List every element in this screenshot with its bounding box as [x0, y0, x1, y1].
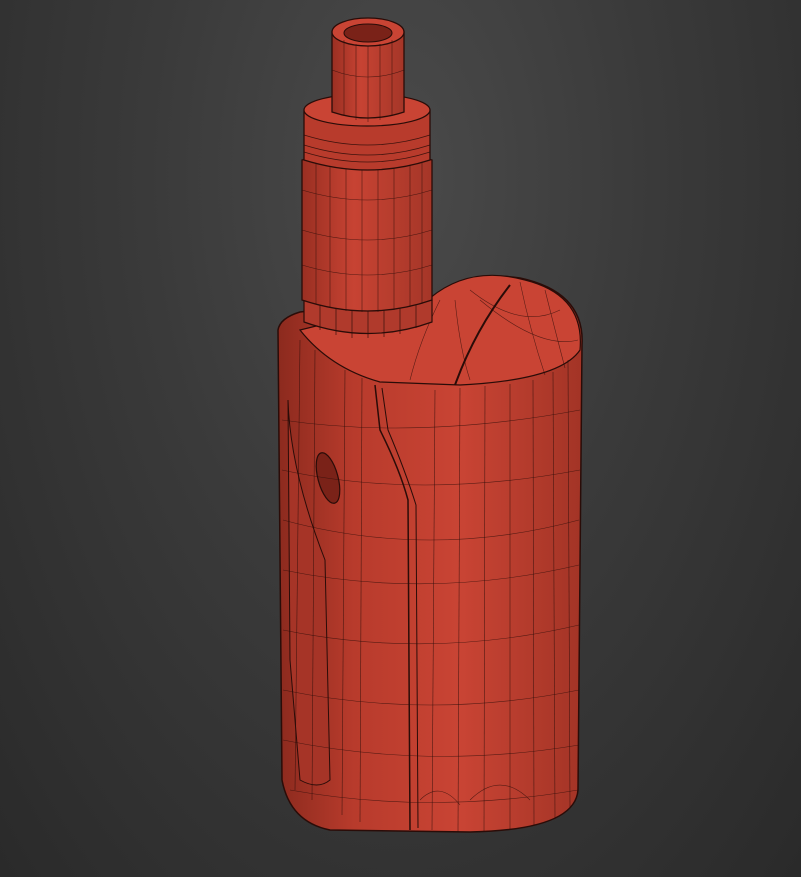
- atomizer-tank: [301, 17, 433, 338]
- mod-body: [277, 274, 583, 833]
- tank-tube: [301, 149, 433, 312]
- 3d-viewport[interactable]: [0, 0, 801, 877]
- model-render: [277, 17, 583, 833]
